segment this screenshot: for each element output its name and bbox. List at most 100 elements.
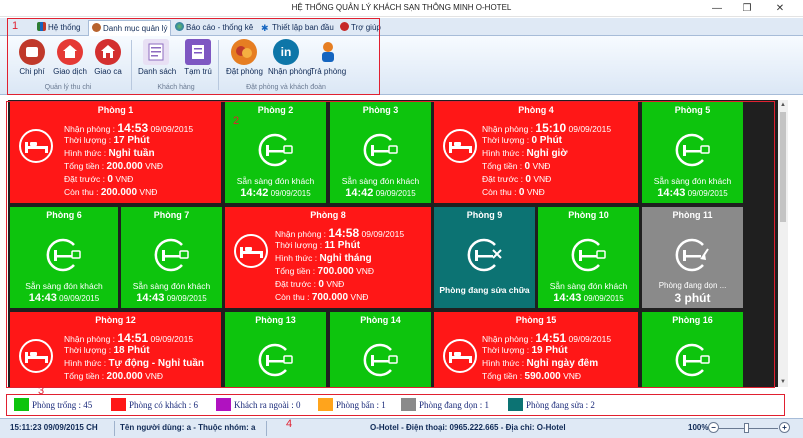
- status-separator: [266, 421, 267, 436]
- residence-icon: [185, 39, 211, 65]
- room-card-2[interactable]: Phòng 2 Sẵn sàng đón khách 14:42 09/09/2…: [225, 102, 326, 203]
- help-icon: [340, 22, 349, 31]
- room-card-6[interactable]: Phòng 6 Sẵn sàng đón khách 14:43 09/09/2…: [10, 207, 118, 308]
- status-datetime: 15:11:23 09/09/2015 CH: [10, 423, 98, 432]
- available-lock-icon: [363, 343, 398, 377]
- occupied-bed-icon: [234, 234, 268, 268]
- expense-icon: [19, 39, 45, 65]
- tab-tro-giup[interactable]: Trợ giúp: [337, 20, 384, 36]
- tab-bao-cao-thong-ke[interactable]: Báo cáo - thống kê: [172, 20, 256, 36]
- annotation-number: 4: [286, 418, 293, 430]
- status-separator: [114, 421, 115, 436]
- room-card-16[interactable]: Phòng 16: [642, 312, 743, 387]
- group-label-expense: Quản lý thu chi: [44, 84, 92, 91]
- status-bar: 15:11:23 09/09/2015 CH Tên người dùng: a…: [0, 418, 803, 438]
- room-grid: Phòng 1 Nhận phòng : 14:53 09/09/2015 Th…: [8, 100, 778, 387]
- zoom-slider-thumb[interactable]: [744, 423, 749, 433]
- legend-swatch: [318, 398, 333, 411]
- room-card-5[interactable]: Phòng 5 Sẵn sàng đón khách 14:43 09/09/2…: [642, 102, 743, 203]
- booking-icon: [231, 39, 257, 65]
- annotation-number: 2: [233, 115, 240, 127]
- checkin-button[interactable]: in Nhận phòng: [268, 39, 312, 85]
- legend-cleaning: Phòng đang dọn : 1: [401, 398, 489, 412]
- room-card-11[interactable]: Phòng 11 Phòng đang dọn ... 3 phút: [642, 207, 743, 308]
- status-user: Tên người dùng: a - Thuộc nhóm: a: [120, 423, 256, 432]
- available-lock-icon: [258, 343, 293, 377]
- list-icon: [143, 39, 169, 65]
- scroll-thumb[interactable]: [780, 112, 786, 222]
- ribbon-panel: Chi phí Giao dịch Giao ca Danh sách Tạm …: [0, 36, 803, 95]
- legend-repairing: Phòng đang sửa : 2: [508, 398, 595, 412]
- room-status-legend: Phòng trống : 45 Phòng có khách : 6 Khác…: [0, 393, 803, 415]
- svg-text:in: in: [281, 45, 292, 59]
- legend-occupied: Phòng có khách : 6: [111, 398, 198, 412]
- legend-swatch: [14, 398, 29, 411]
- tab-he-thong[interactable]: Hệ thống: [34, 20, 83, 36]
- user-icon: [92, 23, 101, 32]
- minimize-button[interactable]: —: [703, 0, 731, 17]
- legend-dirty: Phòng bẩn : 1: [318, 398, 386, 412]
- close-button[interactable]: ✕: [766, 0, 794, 17]
- transaction-button[interactable]: Giao dịch: [52, 39, 88, 85]
- room-card-15[interactable]: Phòng 15 Nhận phòng : 14:51 09/09/2015 T…: [434, 312, 638, 387]
- shift-button[interactable]: Giao ca: [90, 39, 126, 85]
- occupied-bed-icon: [443, 339, 477, 373]
- room-card-4[interactable]: Phòng 4 Nhận phòng : 15:10 09/09/2015 Th…: [434, 102, 638, 203]
- room-card-9[interactable]: Phòng 9 Phòng đang sửa chữa: [434, 207, 535, 308]
- annotation-number: 1: [12, 20, 19, 32]
- window-title: HỆ THỐNG QUẢN LÝ KHÁCH SẠN THÔNG MINH O-…: [291, 3, 512, 12]
- group-label-booking: Đặt phòng và khách đoàn: [246, 84, 326, 91]
- zoom-in-button[interactable]: +: [779, 422, 790, 433]
- globe-icon: [175, 22, 184, 31]
- occupied-bed-icon: [19, 339, 53, 373]
- room-card-7[interactable]: Phòng 7 Sẵn sàng đón khách 14:43 09/09/2…: [121, 207, 222, 308]
- legend-guest-out: Khách ra ngoài : 0: [216, 398, 300, 412]
- tab-thiet-lap-ban-dau[interactable]: ✱ Thiết lập ban đầu: [258, 20, 337, 36]
- expense-button[interactable]: Chi phí: [14, 39, 50, 85]
- available-lock-icon: [571, 238, 606, 272]
- room-card-1[interactable]: Phòng 1 Nhận phòng : 14:53 09/09/2015 Th…: [10, 102, 221, 203]
- available-lock-icon: [154, 238, 189, 272]
- ribbon-separator: [218, 40, 219, 90]
- status-company: O-Hotel - Điện thoại: 0965.222.665 - Địa…: [370, 423, 566, 432]
- repair-tools-icon: [467, 238, 502, 272]
- group-label-customer: Khách hàng: [157, 84, 195, 91]
- transaction-icon: [57, 39, 83, 65]
- zoom-out-button[interactable]: −: [708, 422, 719, 433]
- annotation-number: 3: [38, 385, 45, 397]
- chart-icon: [37, 22, 46, 31]
- ribbon-tab-bar: Hệ thống Danh mục quản lý Báo cáo - thốn…: [0, 18, 803, 37]
- room-card-3[interactable]: Phòng 3 Sẵn sàng đón khách 14:42 09/09/2…: [330, 102, 431, 203]
- legend-swatch: [401, 398, 416, 411]
- room-card-10[interactable]: Phòng 10 Sẵn sàng đón khách 14:43 09/09/…: [538, 207, 639, 308]
- available-lock-icon: [46, 238, 81, 272]
- residence-button[interactable]: Tạm trú: [180, 39, 216, 85]
- title-bar: HỆ THỐNG QUẢN LÝ KHÁCH SẠN THÔNG MINH O-…: [0, 0, 803, 17]
- occupied-bed-icon: [443, 129, 477, 163]
- shift-icon: [95, 39, 121, 65]
- maximize-button[interactable]: ❐: [733, 0, 761, 17]
- vertical-scrollbar[interactable]: ▲ ▼: [778, 100, 788, 387]
- booking-button[interactable]: Đặt phòng: [226, 39, 263, 85]
- ribbon-separator: [131, 40, 132, 90]
- list-button[interactable]: Danh sách: [138, 39, 176, 85]
- legend-swatch: [111, 398, 126, 411]
- room-card-13[interactable]: Phòng 13: [225, 312, 326, 387]
- available-lock-icon: [363, 133, 398, 167]
- occupied-bed-icon: [19, 129, 53, 163]
- room-card-14[interactable]: Phòng 14: [330, 312, 431, 387]
- scroll-up-icon[interactable]: ▲: [778, 100, 788, 110]
- legend-swatch: [216, 398, 231, 411]
- room-card-8[interactable]: Phòng 8 Nhận phòng : 14:58 09/09/2015 Th…: [225, 207, 431, 308]
- tab-danh-muc-quan-ly[interactable]: Danh mục quản lý: [88, 20, 172, 37]
- legend-available: Phòng trống : 45: [14, 398, 92, 412]
- legend-swatch: [508, 398, 523, 411]
- checkout-button[interactable]: Trả phòng: [310, 39, 346, 85]
- available-lock-icon: [675, 133, 710, 167]
- room-card-12[interactable]: Phòng 12 Nhận phòng : 14:51 09/09/2015 T…: [10, 312, 221, 387]
- checkin-icon: in: [273, 39, 299, 65]
- gear-icon: ✱: [261, 23, 269, 33]
- scroll-down-icon[interactable]: ▼: [778, 377, 788, 387]
- cleaning-broom-icon: [675, 238, 709, 272]
- zoom-level: 100%: [688, 423, 709, 432]
